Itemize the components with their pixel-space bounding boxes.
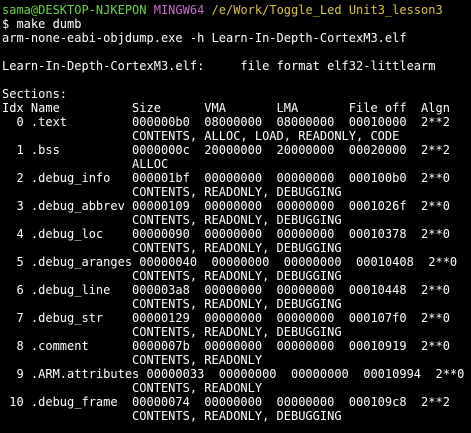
prompt-line: sama@DESKTOP-NJKEPON MINGW64 /e/Work/Tog…	[2, 3, 471, 17]
file-format-line: Learn-In-Depth-CortexM3.elf: file format…	[2, 59, 436, 73]
section-row: 8 .comment 0000007b 00000000 00000000 00…	[2, 339, 450, 353]
section-row: 9 .ARM.attributes 00000033 00000000 0000…	[2, 367, 465, 381]
section-flags: CONTENTS, READONLY, DEBUGGING	[2, 213, 342, 227]
prompt-shell: MINGW64	[153, 3, 205, 17]
section-row: 2 .debug_info 000001bf 00000000 00000000…	[2, 171, 450, 185]
section-row: 7 .debug_str 00000129 00000000 00000000 …	[2, 311, 450, 325]
prompt-path: /e/Work/Toggle_Led Unit3_lesson3	[211, 3, 443, 17]
section-flags: CONTENTS, READONLY, DEBUGGING	[2, 185, 342, 199]
section-row: 3 .debug_abbrev 00000109 00000000 000000…	[2, 199, 450, 213]
terminal-window[interactable]: sama@DESKTOP-NJKEPON MINGW64 /e/Work/Tog…	[0, 0, 471, 433]
section-flags: ALLOC	[2, 157, 169, 171]
sections-title: Sections:	[2, 87, 68, 101]
command-line: $ make dumb	[2, 17, 82, 31]
section-row: 0 .text 000000b0 08000000 08000000 00010…	[2, 115, 450, 129]
section-flags: CONTENTS, READONLY	[2, 381, 263, 395]
section-flags: CONTENTS, READONLY, DEBUGGING	[2, 297, 342, 311]
section-row: 1 .bss 0000000c 20000000 20000000 000200…	[2, 143, 450, 157]
section-flags: CONTENTS, READONLY, DEBUGGING	[2, 409, 342, 423]
section-flags: CONTENTS, READONLY, DEBUGGING	[2, 325, 342, 339]
section-flags: CONTENTS, READONLY, DEBUGGING	[2, 269, 342, 283]
sections-header: Idx Name Size VMA LMA File off Algn	[2, 101, 450, 115]
section-row: 4 .debug_loc 00000090 00000000 00000000 …	[2, 227, 450, 241]
section-flags: CONTENTS, ALLOC, LOAD, READONLY, CODE	[2, 129, 400, 143]
prompt-user-host: sama@DESKTOP-NJKEPON	[2, 3, 147, 17]
section-row: 5 .debug_aranges 00000040 00000000 00000…	[2, 255, 458, 269]
section-row: 10 .debug_frame 00000074 00000000 000000…	[2, 395, 450, 409]
section-row: 6 .debug_line 000003a8 00000000 00000000…	[2, 283, 450, 297]
echo-command-line: arm-none-eabi-objdump.exe -h Learn-In-De…	[2, 31, 407, 45]
section-flags: CONTENTS, READONLY	[2, 353, 263, 367]
section-flags: CONTENTS, READONLY, DEBUGGING	[2, 241, 342, 255]
